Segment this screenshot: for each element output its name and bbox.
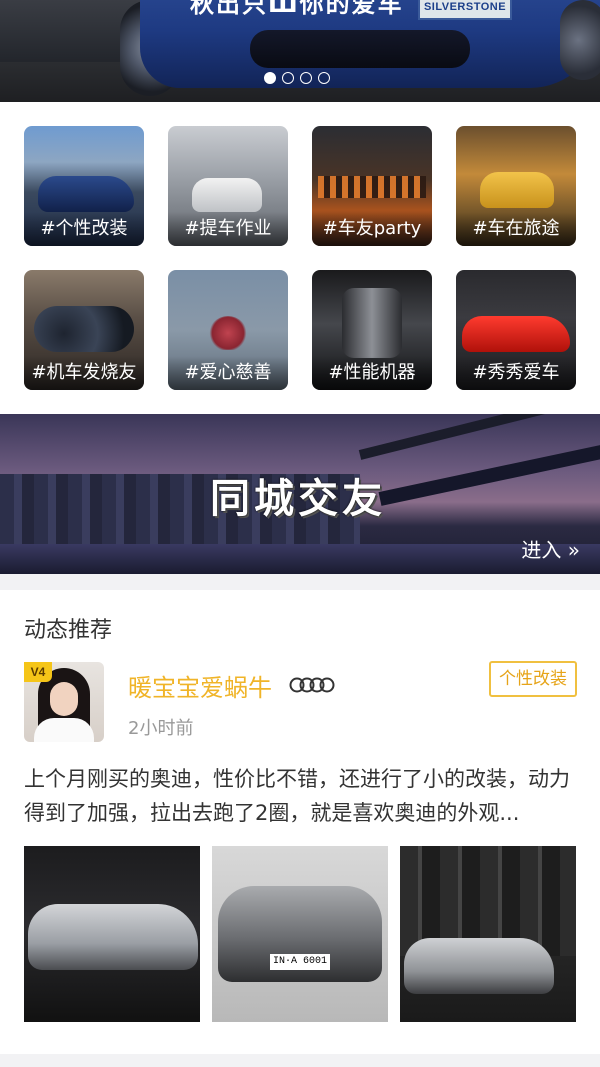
tile-image <box>318 176 426 198</box>
category-label: #性能机器 <box>312 356 432 390</box>
category-tile-travel[interactable]: #车在旅途 <box>456 126 576 246</box>
post-photo-grid: IN·A 6001 <box>24 846 576 1022</box>
post-photo[interactable] <box>400 846 576 1022</box>
category-tile-new-car[interactable]: #提车作业 <box>168 126 288 246</box>
bottom-divider <box>0 1054 600 1067</box>
car-image <box>28 904 198 970</box>
post-photo[interactable] <box>24 846 200 1022</box>
category-label: #秀秀爱车 <box>456 356 576 390</box>
avatar-shirt <box>34 718 94 742</box>
tile-image <box>462 316 570 352</box>
category-tile-modding[interactable]: #个性改装 <box>24 126 144 246</box>
carousel-dot[interactable] <box>264 72 276 84</box>
banner-plate-text: SILVERSTONE <box>418 0 512 20</box>
water-image <box>0 544 600 574</box>
category-label: #机车发烧友 <box>24 356 144 390</box>
carousel-dot[interactable] <box>282 72 294 84</box>
top-banner-carousel[interactable]: 秋出只Ш你的爱车 SILVERSTONE <box>0 0 600 102</box>
tile-image <box>34 306 134 352</box>
tile-image <box>192 178 262 212</box>
audi-rings-icon <box>289 677 335 693</box>
banner-car-grille <box>250 30 470 68</box>
category-tile-charity[interactable]: #爱心慈善 <box>168 270 288 390</box>
section-divider <box>0 574 600 590</box>
carousel-dot[interactable] <box>318 72 330 84</box>
section-title: 动态推荐 <box>24 618 113 643</box>
car-plate-text: IN·A 6001 <box>270 954 330 970</box>
post-username[interactable]: 暖宝宝爱蜗牛 <box>128 668 272 703</box>
category-grid: #个性改装 #提车作业 #车友party #车在旅途 #机车发烧友 #爱心慈善 … <box>24 126 576 390</box>
avatar-face <box>50 682 78 716</box>
bridge-deck-image <box>378 442 600 506</box>
category-tile-show-car[interactable]: #秀秀爱车 <box>456 270 576 390</box>
enter-link[interactable]: 进入 » <box>521 534 580 563</box>
banner-caption: 秋出只Ш你的爱车 <box>190 0 404 18</box>
carousel-indicator <box>264 72 330 84</box>
carousel-dot[interactable] <box>300 72 312 84</box>
category-label: #车在旅途 <box>456 212 576 246</box>
post-tag-button[interactable]: 个性改装 <box>489 661 577 697</box>
post-text[interactable]: 上个月刚买的奥迪，性价比不错，还进行了小的改装，动力得到了加强，拉出去跑了2圈，… <box>24 762 580 830</box>
city-banner-title: 同城交友 <box>210 476 386 522</box>
category-label: #提车作业 <box>168 212 288 246</box>
post-photo[interactable]: IN·A 6001 <box>212 846 388 1022</box>
category-tile-party[interactable]: #车友party <box>312 126 432 246</box>
banner-car-wheel-right <box>560 0 600 80</box>
tile-image <box>342 288 402 358</box>
tile-image <box>208 316 248 350</box>
car-image <box>404 938 554 994</box>
category-label: #爱心慈善 <box>168 356 288 390</box>
category-label: #个性改装 <box>24 212 144 246</box>
category-label: #车友party <box>312 212 432 246</box>
tile-image <box>38 176 134 212</box>
post-time: 2小时前 <box>128 718 194 739</box>
tile-image <box>480 172 554 208</box>
category-tile-motorbike[interactable]: #机车发烧友 <box>24 270 144 390</box>
vip-level-badge: V4 <box>24 662 52 682</box>
city-friends-banner[interactable]: 同城交友 进入 » <box>0 414 600 574</box>
category-tile-performance[interactable]: #性能机器 <box>312 270 432 390</box>
